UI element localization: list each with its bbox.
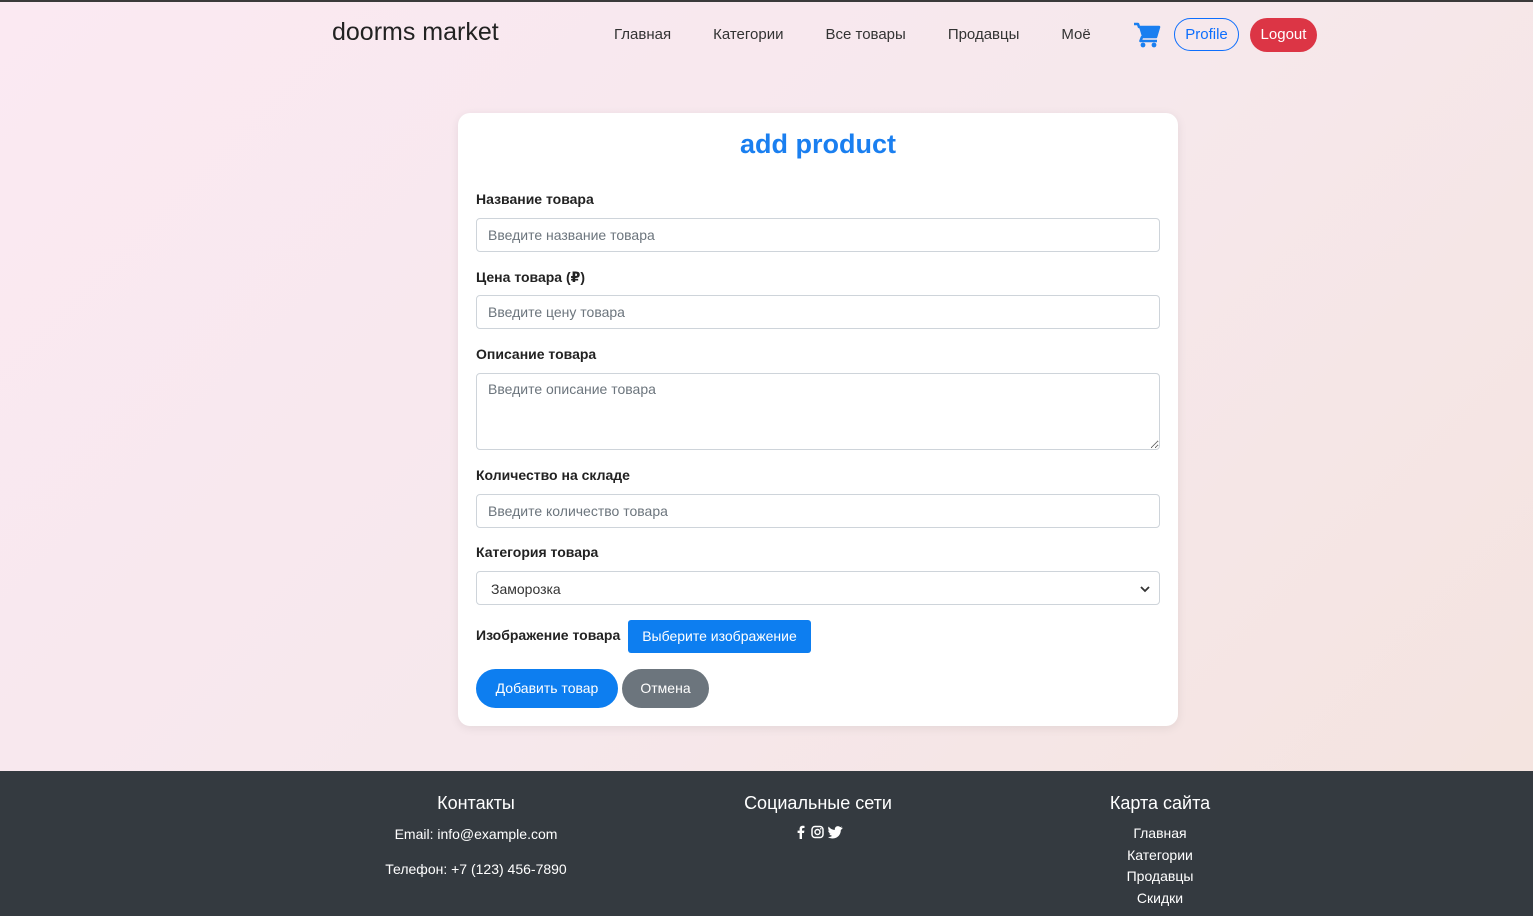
sitemap-link-discounts[interactable]: Скидки [1060, 888, 1260, 910]
contacts-heading: Контакты [437, 793, 515, 813]
sitemap-link-categories[interactable]: Категории [1060, 845, 1260, 867]
product-price-input[interactable] [476, 295, 1160, 329]
footer-contacts: Контакты Email: info@example.com Телефон… [376, 771, 576, 877]
add-product-card: add product Название товара Цена товара … [458, 113, 1178, 726]
nav-item-home[interactable]: Главная [593, 26, 692, 43]
social-links [718, 825, 918, 839]
product-description-textarea[interactable] [476, 373, 1160, 450]
cart-icon[interactable] [1133, 22, 1161, 48]
chevron-down-icon [1139, 582, 1151, 594]
contact-phone: Телефон: +7 (123) 456-7890 [385, 861, 567, 877]
stock-quantity-input[interactable] [476, 494, 1160, 528]
stock-quantity-label: Количество на складе [476, 467, 630, 483]
social-heading: Социальные сети [744, 793, 892, 813]
category-select[interactable]: Заморозка [476, 571, 1160, 605]
site-header: doorms market Главная Категории Все това… [0, 2, 1533, 68]
sitemap-link-sellers[interactable]: Продавцы [1060, 866, 1260, 888]
product-price-label: Цена товара (₽) [476, 269, 586, 285]
nav-item-mine[interactable]: Моё [1040, 26, 1111, 43]
contact-email: Email: info@example.com [394, 826, 558, 842]
profile-button[interactable]: Profile [1174, 18, 1239, 51]
add-product-button[interactable]: Добавить товар [476, 669, 618, 708]
sitemap-link-home[interactable]: Главная [1060, 823, 1260, 845]
form-title: add product [740, 129, 896, 159]
footer-sitemap: Карта сайта Главная Категории Продавцы С… [1060, 771, 1260, 909]
category-selected-value: Заморозка [491, 581, 561, 597]
category-label: Категория товара [476, 544, 599, 560]
product-name-input[interactable] [476, 218, 1160, 252]
product-name-label: Название товара [476, 191, 594, 207]
logout-button[interactable]: Logout [1250, 18, 1317, 52]
footer-social: Социальные сети [718, 771, 918, 839]
site-footer: Контакты Email: info@example.com Телефон… [0, 771, 1533, 916]
brand-logo[interactable]: doorms market [332, 18, 499, 47]
sitemap-heading: Карта сайта [1109, 793, 1211, 813]
nav-item-sellers[interactable]: Продавцы [927, 26, 1041, 43]
sitemap-links: Главная Категории Продавцы Скидки [1060, 823, 1260, 909]
product-image-label: Изображение товара [476, 627, 621, 643]
nav-item-categories[interactable]: Категории [692, 26, 804, 43]
twitter-icon[interactable] [827, 825, 843, 839]
instagram-icon[interactable] [810, 825, 824, 839]
cancel-button[interactable]: Отмена [622, 669, 709, 708]
main-nav: Главная Категории Все товары Продавцы Мо… [593, 26, 1112, 43]
product-description-label: Описание товара [476, 346, 597, 362]
nav-item-all-products[interactable]: Все товары [804, 26, 926, 43]
choose-image-button[interactable]: Выберите изображение [628, 620, 811, 653]
facebook-icon[interactable] [794, 825, 807, 839]
